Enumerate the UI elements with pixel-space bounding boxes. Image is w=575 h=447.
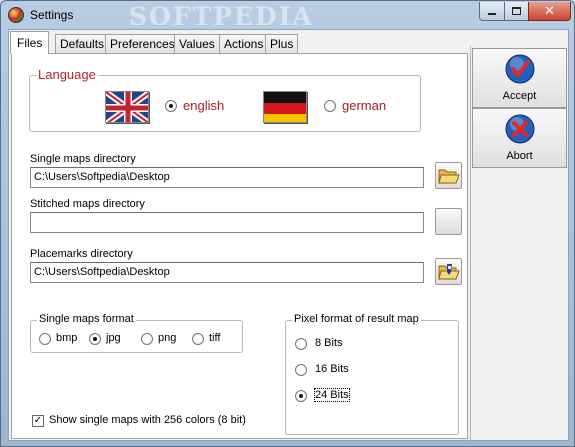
browse-placemarks-button[interactable]: [435, 258, 462, 285]
tab-bar: Files Defaults Preferences Values Action…: [9, 30, 469, 54]
language-legend: Language: [36, 67, 98, 82]
stitched-maps-directory-label: Stitched maps directory: [30, 198, 145, 210]
maximize-icon: [512, 7, 521, 15]
maximize-button[interactable]: [504, 2, 529, 21]
germany-flag-icon[interactable]: [263, 91, 307, 123]
accept-label: Accept: [502, 90, 537, 102]
placemarks-directory-label: Placemarks directory: [30, 248, 133, 260]
tab-plus[interactable]: Plus: [265, 34, 299, 53]
watermark-text: SOFTPEDIA: [129, 2, 314, 31]
pixel-8bit-label[interactable]: 8 Bits: [315, 337, 343, 349]
pixel-format-group: Pixel format of result map 8 Bits 16 Bit…: [285, 313, 459, 435]
format-jpg-radio[interactable]: [89, 333, 101, 345]
format-jpg-label[interactable]: jpg: [106, 332, 121, 344]
tab-defaults[interactable]: Defaults: [55, 34, 110, 53]
format-tiff-radio[interactable]: [192, 333, 204, 345]
single-maps-format-group: Single maps format bmp jpg png tiff: [30, 313, 243, 353]
format-png-label[interactable]: png: [158, 332, 176, 344]
english-label[interactable]: english: [183, 98, 224, 113]
abort-button[interactable]: Abort: [472, 108, 567, 168]
pixel-format-legend: Pixel format of result map: [292, 313, 421, 325]
tab-preferences[interactable]: Preferences: [105, 34, 180, 53]
single-maps-directory-input[interactable]: C:\Users\Softpedia\Desktop: [30, 167, 424, 188]
pixel-8bit-radio[interactable]: [295, 338, 307, 350]
placemark-folder-icon: [437, 263, 460, 279]
german-radio[interactable]: [324, 100, 336, 112]
minimize-icon: [488, 13, 496, 15]
german-label[interactable]: german: [342, 98, 386, 113]
browse-stitched-maps-button[interactable]: [435, 208, 462, 235]
title-bar[interactable]: Settings SOFTPEDIA ✕: [1, 1, 574, 31]
tab-values[interactable]: Values: [174, 34, 220, 53]
tab-actions[interactable]: Actions: [219, 34, 269, 53]
single-maps-format-legend: Single maps format: [37, 313, 136, 325]
open-folder-icon: [437, 169, 460, 183]
english-radio[interactable]: [165, 100, 177, 112]
pixel-24bit-radio[interactable]: [295, 390, 307, 402]
minimize-button[interactable]: [479, 2, 505, 21]
pixel-16bit-label[interactable]: 16 Bits: [315, 363, 349, 375]
show-256-colors-label[interactable]: Show single maps with 256 colors (8 bit): [49, 414, 246, 426]
close-button[interactable]: ✕: [528, 2, 571, 21]
show-256-colors-checkbox[interactable]: ✓: [32, 415, 44, 427]
language-group: Language english german: [29, 67, 421, 132]
cross-icon: [505, 114, 535, 144]
tab-files[interactable]: Files: [10, 31, 50, 54]
single-maps-directory-label: Single maps directory: [30, 153, 136, 165]
placemarks-directory-input[interactable]: C:\Users\Softpedia\Desktop: [30, 262, 424, 283]
pixel-16bit-radio[interactable]: [295, 364, 307, 376]
settings-window: Settings SOFTPEDIA ✕ Files Defaults Pref…: [0, 0, 575, 447]
browse-single-maps-button[interactable]: [435, 162, 462, 189]
action-sidebar: Accept Abort: [470, 46, 567, 441]
checkmark-icon: [505, 54, 535, 84]
pixel-24bit-label[interactable]: 24 Bits: [314, 388, 350, 402]
format-tiff-label[interactable]: tiff: [209, 332, 220, 344]
format-bmp-label[interactable]: bmp: [56, 332, 77, 344]
window-title: Settings: [30, 8, 74, 22]
files-tab-panel: Language english german Single maps dire…: [11, 53, 468, 439]
uk-flag-icon[interactable]: [105, 91, 149, 123]
app-globe-icon: [8, 7, 24, 23]
close-icon: ✕: [544, 3, 555, 19]
format-png-radio[interactable]: [141, 333, 153, 345]
abort-label: Abort: [506, 150, 533, 162]
accept-button[interactable]: Accept: [472, 48, 567, 108]
dialog-client-area: Files Defaults Preferences Values Action…: [8, 29, 569, 441]
stitched-maps-directory-input[interactable]: [30, 212, 424, 233]
format-bmp-radio[interactable]: [39, 333, 51, 345]
